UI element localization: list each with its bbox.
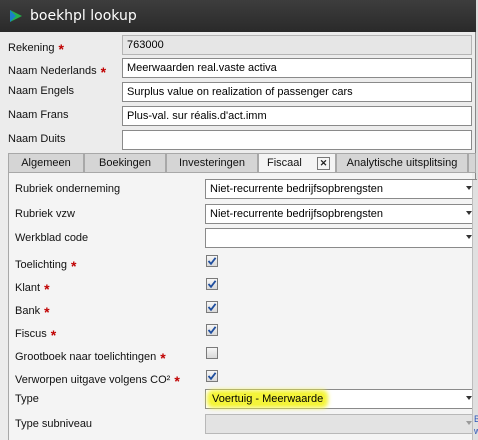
required-marker: * [70, 258, 77, 274]
type-select[interactable]: Voertuig - Meerwaarde [205, 389, 477, 409]
rekening-field[interactable]: 763000 [122, 35, 472, 55]
bank-checkbox[interactable] [206, 301, 218, 313]
required-marker: * [58, 41, 64, 57]
grootboek-checkbox[interactable] [206, 347, 218, 359]
verworpen-checkbox[interactable] [206, 370, 218, 382]
checkmark-icon [207, 257, 217, 266]
checkmark-icon [207, 280, 217, 289]
verworpen-label: Verworpen uitgave volgens CO² * [15, 373, 180, 389]
naam-en-field[interactable]: Surplus value on realization of passenge… [122, 82, 472, 102]
required-marker: * [50, 327, 57, 343]
panel-scrollbar[interactable] [472, 180, 478, 440]
tab-fiscaal[interactable]: Fiscaal ✕ [258, 153, 336, 174]
tab-boekingen[interactable]: Boekingen [84, 153, 166, 173]
rekening-label: Rekening * [8, 41, 64, 57]
naam-fr-field[interactable]: Plus-val. sur réalis.d'act.imm [122, 106, 472, 126]
required-marker: * [44, 281, 50, 297]
naam-de-label: Naam Duits [8, 133, 66, 145]
naam-en-label: Naam Engels [8, 85, 75, 97]
rubriek-onderneming-select[interactable]: Niet-recurrente bedrijfsopbrengsten [205, 179, 477, 199]
naam-nl-label: Naam Nederlands * [8, 64, 107, 80]
klant-label: Klant * [15, 281, 50, 297]
werkblad-code-select[interactable] [205, 228, 477, 248]
fiscus-label: Fiscus * [15, 327, 57, 343]
required-marker: * [44, 304, 50, 320]
bank-label: Bank * [15, 304, 50, 320]
werkblad-code-label: Werkblad code [15, 232, 89, 244]
grootboek-label: Grootboek naar toelichtingen * [15, 350, 166, 366]
naam-nl-field[interactable]: Meerwaarden real.vaste activa [122, 58, 472, 78]
rubriek-vzw-value: Niet-recurrente bedrijfsopbrengsten [210, 208, 384, 220]
toelichting-label: Toelichting * [15, 258, 77, 274]
title-bar[interactable]: boekhpl lookup [0, 0, 476, 32]
close-tab-icon[interactable]: ✕ [317, 157, 330, 170]
tab-overflow[interactable] [468, 153, 476, 173]
rubriek-vzw-label: Rubriek vzw [15, 208, 75, 220]
naam-de-field[interactable] [122, 130, 472, 150]
tab-analytische-uitsplitsing[interactable]: Analytische uitsplitsing [336, 153, 468, 173]
klant-checkbox[interactable] [206, 278, 218, 290]
fiscaal-panel: Rubriek onderneming Niet-recurrente bedr… [8, 172, 477, 440]
toelichting-checkbox[interactable] [206, 255, 218, 267]
rubriek-onderneming-value: Niet-recurrente bedrijfsopbrengsten [210, 183, 384, 195]
naam-fr-label: Naam Frans [8, 109, 69, 121]
required-marker: * [100, 64, 107, 80]
tab-algemeen[interactable]: Algemeen [8, 153, 84, 173]
fiscus-checkbox[interactable] [206, 324, 218, 336]
edge-link-b[interactable]: B [474, 414, 478, 424]
lookup-window: boekhpl lookup Rekening * 763000 Naam Ned… [0, 0, 477, 440]
required-marker: * [160, 350, 166, 366]
window-title: boekhpl lookup [30, 8, 137, 24]
type-subniveau-select[interactable] [205, 414, 477, 434]
rubriek-onderneming-label: Rubriek onderneming [15, 183, 121, 195]
checkmark-icon [207, 372, 217, 381]
checkmark-icon [207, 303, 217, 312]
type-value: Voertuig - Meerwaarde [210, 393, 326, 405]
app-logo-icon [10, 10, 22, 22]
checkmark-icon [207, 326, 217, 335]
edge-link-w[interactable]: w [474, 426, 478, 436]
required-marker: * [174, 373, 180, 389]
type-label: Type [15, 393, 39, 405]
tab-investeringen[interactable]: Investeringen [166, 153, 258, 173]
rubriek-vzw-select[interactable]: Niet-recurrente bedrijfsopbrengsten [205, 204, 477, 224]
tab-bar: Algemeen Boekingen Investeringen Fiscaal… [8, 153, 476, 174]
tab-fiscaal-label: Fiscaal [267, 157, 302, 169]
type-subniveau-label: Type subniveau [15, 418, 93, 430]
